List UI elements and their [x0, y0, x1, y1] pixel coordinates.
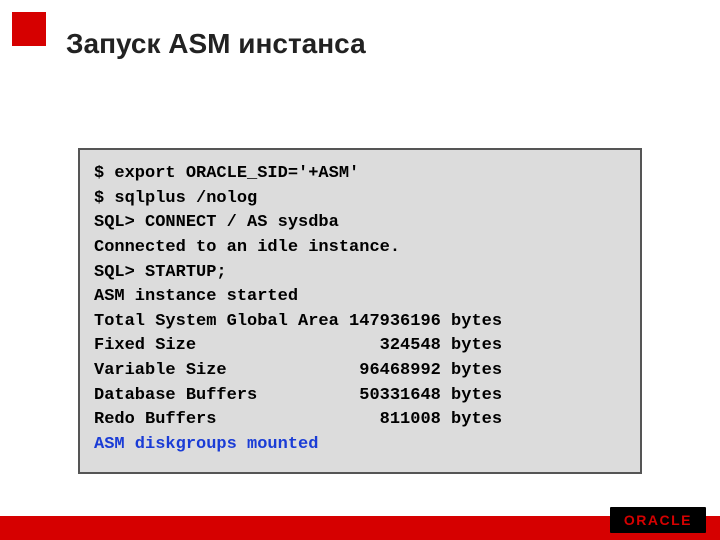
page-title: Запуск ASM инстанса [66, 28, 366, 60]
terminal-line: ASM instance started [94, 285, 626, 310]
accent-square [12, 12, 46, 46]
terminal-line-highlight: ASM diskgroups mounted [94, 433, 626, 458]
terminal-line: SQL> STARTUP; [94, 261, 626, 286]
terminal-line: Connected to an idle instance. [94, 236, 626, 261]
terminal-line: Database Buffers 50331648 bytes [94, 384, 626, 409]
terminal-line: $ export ORACLE_SID='+ASM' [94, 162, 626, 187]
oracle-logo: ORACLE [610, 507, 706, 533]
terminal-line: Variable Size 96468992 bytes [94, 359, 626, 384]
terminal-line: Redo Buffers 811008 bytes [94, 408, 626, 433]
terminal-output-box: $ export ORACLE_SID='+ASM' $ sqlplus /no… [78, 148, 642, 474]
terminal-line: Fixed Size 324548 bytes [94, 334, 626, 359]
terminal-line: Total System Global Area 147936196 bytes [94, 310, 626, 335]
terminal-line: $ sqlplus /nolog [94, 187, 626, 212]
terminal-line: SQL> CONNECT / AS sysdba [94, 211, 626, 236]
